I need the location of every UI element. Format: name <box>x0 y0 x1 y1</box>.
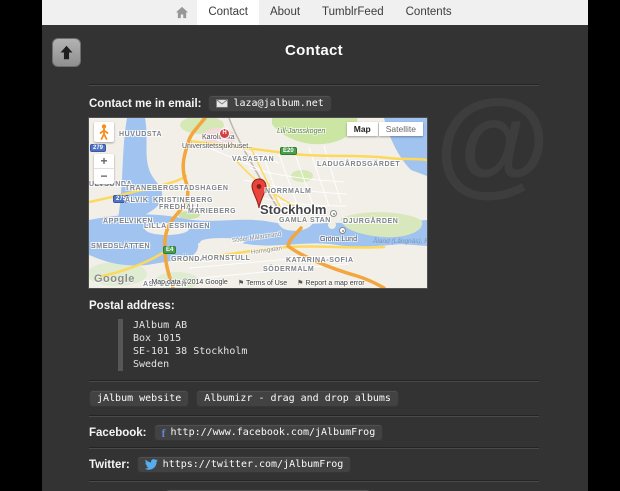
map-label: TRANEBERG <box>125 185 175 192</box>
map-label: Åland (Långnäs), Fi.. <box>373 238 427 245</box>
address-line: Box 1015 <box>133 332 539 345</box>
map-type-map-button[interactable]: Map <box>347 122 378 136</box>
google-map[interactable]: HUVUDSTA Karolinska Universitetssjukhuset.… <box>89 118 427 288</box>
pegman-button[interactable] <box>94 122 114 142</box>
map-type-buttons: Map Satellite <box>347 122 423 136</box>
divider <box>89 380 539 382</box>
zoom-in-button[interactable]: + <box>94 154 114 169</box>
facebook-link[interactable]: f http://www.facebook.com/jAlbumFrog <box>154 424 384 441</box>
up-arrow-icon <box>58 44 75 61</box>
flag-icon: ⚑ <box>238 280 244 287</box>
zoom-control: + − <box>94 154 114 184</box>
divider <box>89 480 539 482</box>
divider <box>89 415 539 417</box>
jalbum-website-link[interactable]: jAlbum website <box>89 390 189 407</box>
tab-about[interactable]: About <box>259 0 311 25</box>
map-label: ALVIK <box>125 197 148 204</box>
scroll-top-button[interactable] <box>52 38 81 67</box>
map-label: LILLA ESSINGEN <box>144 223 210 230</box>
address-line: SE-101 38 Stockholm <box>133 345 539 358</box>
pegman-icon <box>99 124 109 140</box>
terms-link[interactable]: Terms of Use <box>246 280 287 287</box>
map-label: STADSHAGEN <box>174 185 228 192</box>
map-label: NORRMALM <box>265 188 311 195</box>
report-error-link[interactable]: Report a map error <box>305 280 364 287</box>
albumizr-link[interactable]: Albumizr - drag and drop albums <box>196 390 399 407</box>
map-label: Lill-Jansskogen <box>277 128 325 135</box>
address-line: Sweden <box>133 358 539 371</box>
map-attribution: Map data ©2014 Google ⚑ Terms of Use ⚑ R… <box>89 279 427 287</box>
map-label: HUVUDSTA <box>119 131 162 138</box>
map-label: Universitetssjukhuset.. <box>182 143 252 150</box>
flag-icon: ⚑ <box>297 280 303 287</box>
twitter-label: Twitter: <box>89 459 130 471</box>
map-label: Gröna Lund <box>320 236 357 243</box>
map-label: Karolinska <box>202 134 235 141</box>
address-line: JAlbum AB <box>133 319 539 332</box>
facebook-label: Facebook: <box>89 427 147 439</box>
facebook-icon: f <box>162 428 166 438</box>
zoom-out-button[interactable]: − <box>94 169 114 184</box>
map-label: HORNSTULL <box>202 255 251 262</box>
top-navbar: Contact About TumblrFeed Contents <box>42 0 588 25</box>
map-label: KATARINA-SOFIA <box>286 257 354 264</box>
map-copyright: Map data ©2014 Google <box>151 279 227 287</box>
tab-contact[interactable]: Contact <box>197 0 259 25</box>
map-label: KRISTINEBERG <box>153 197 213 204</box>
hospital-icon: H <box>220 129 229 138</box>
content-area: @ Contact Contact me in email: laza@jalb… <box>42 25 588 491</box>
home-icon[interactable] <box>167 0 197 25</box>
twitter-bird-icon <box>145 459 158 470</box>
email-row: Contact me in email: laza@jalbum.net <box>89 95 539 112</box>
facebook-row: Facebook: f http://www.facebook.com/jAlb… <box>89 424 539 441</box>
map-label: E4 <box>163 246 176 254</box>
map-label: Stockholm <box>260 202 326 217</box>
page-column: Contact About TumblrFeed Contents @ Cont… <box>42 0 588 491</box>
twitter-row: Twitter: https://twitter.com/jAlbumFrog <box>89 456 539 473</box>
divider <box>89 447 539 449</box>
map-label: SÖDERMALM <box>263 266 314 273</box>
poi-icon <box>330 210 337 217</box>
map-label: VASASTAN <box>232 156 274 163</box>
site-links-row: jAlbum website Albumizr - drag and drop … <box>89 390 539 407</box>
twitter-link[interactable]: https://twitter.com/jAlbumFrog <box>137 456 352 473</box>
tab-contents[interactable]: Contents <box>395 0 463 25</box>
envelope-icon <box>216 99 228 108</box>
map-label: GAMLA STAN <box>279 217 331 224</box>
postal-address-label: Postal address: <box>89 300 539 312</box>
map-label: 279 <box>90 144 106 152</box>
poi-icon <box>339 227 346 234</box>
map-label: MARIEBERG <box>188 208 236 215</box>
email-label: Contact me in email: <box>89 98 201 110</box>
tab-tumblrfeed[interactable]: TumblrFeed <box>311 0 395 25</box>
map-type-satellite-button[interactable]: Satellite <box>379 122 423 136</box>
map-label: E20 <box>280 147 297 155</box>
divider <box>89 84 539 86</box>
map-label: LADUGÅRDSGÄRDET <box>317 161 400 168</box>
page-title: Contact <box>89 42 539 59</box>
email-link[interactable]: laza@jalbum.net <box>208 95 331 112</box>
map-label: DJURGÅRDEN <box>343 218 398 225</box>
postal-address-block: JAlbum AB Box 1015 SE-101 38 Stockholm S… <box>118 319 539 371</box>
map-label: SMEDSLÄTTEN <box>91 243 150 250</box>
